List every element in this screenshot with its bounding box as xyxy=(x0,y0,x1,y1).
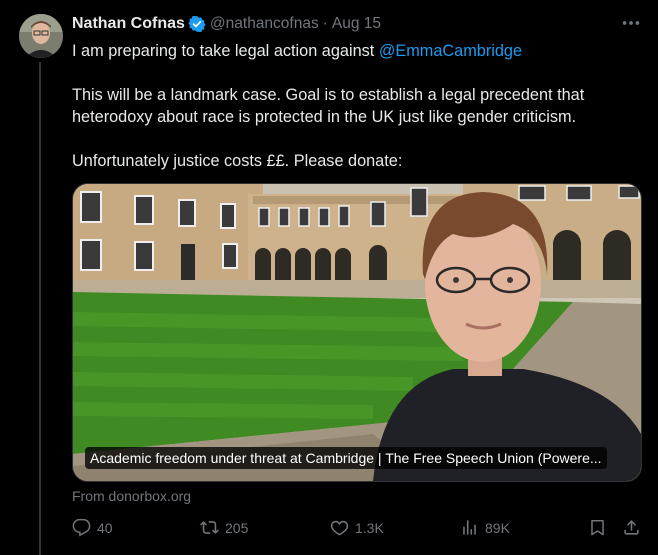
bookmark-button[interactable] xyxy=(588,518,613,537)
tweet-text: I am preparing to take legal action agai… xyxy=(72,40,632,172)
card-image xyxy=(73,184,641,481)
repost-button[interactable]: 205 xyxy=(200,518,248,537)
more-icon xyxy=(622,21,640,25)
repost-icon xyxy=(200,521,219,534)
tweet-date[interactable]: Aug 15 xyxy=(332,15,381,33)
author-name[interactable]: Nathan Cofnas xyxy=(72,15,185,33)
tweet[interactable]: Nathan Cofnas @nathancofnas · Aug 15 I a… xyxy=(72,14,642,537)
like-count: 1.3K xyxy=(355,519,384,536)
card-caption[interactable]: Academic freedom under threat at Cambrid… xyxy=(85,447,607,469)
action-bar: 40 205 1.3K 89K xyxy=(72,518,642,542)
views-icon xyxy=(463,520,476,535)
reply-count: 40 xyxy=(97,519,113,536)
share-icon xyxy=(624,520,639,535)
like-icon xyxy=(330,520,349,536)
views-count: 89K xyxy=(485,519,510,536)
tweet-paragraph-3: Unfortunately justice costs ££. Please d… xyxy=(72,152,403,170)
like-button[interactable]: 1.3K xyxy=(330,518,384,537)
separator: · xyxy=(322,15,328,32)
bookmark-icon xyxy=(591,520,604,536)
tweet-line-1-text: I am preparing to take legal action agai… xyxy=(72,42,379,60)
card-source[interactable]: From donorbox.org xyxy=(72,488,191,504)
tweet-line-1: I am preparing to take legal action agai… xyxy=(72,40,632,62)
share-button[interactable] xyxy=(622,518,647,537)
repost-count: 205 xyxy=(225,519,249,536)
verified-badge-icon[interactable] xyxy=(188,15,206,33)
thread-line xyxy=(39,62,41,555)
reply-icon xyxy=(72,518,91,537)
reply-button[interactable]: 40 xyxy=(72,518,113,537)
author-handle[interactable]: @nathancofnas xyxy=(210,15,319,33)
views-button[interactable]: 89K xyxy=(460,518,510,537)
more-button[interactable] xyxy=(620,12,642,34)
avatar[interactable] xyxy=(19,14,63,58)
mention-link[interactable]: @EmmaCambridge xyxy=(379,42,522,60)
tweet-paragraph-2: This will be a landmark case. Goal is to… xyxy=(72,86,585,126)
link-card[interactable]: Academic freedom under threat at Cambrid… xyxy=(72,183,642,482)
tweet-header: Nathan Cofnas @nathancofnas · Aug 15 xyxy=(72,14,642,34)
